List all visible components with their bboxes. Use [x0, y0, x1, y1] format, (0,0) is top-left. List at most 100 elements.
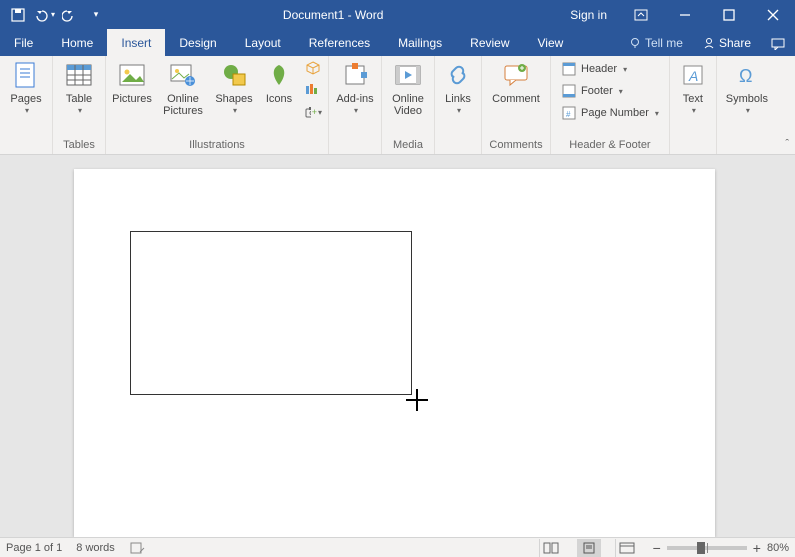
group-header-footer: Header▾ Footer▾ #Page Number▾ Header & F… [551, 56, 670, 154]
group-comments-label: Comments [488, 137, 544, 154]
addins-button[interactable]: Add-ins▾ [335, 59, 375, 117]
collapse-ribbon-button[interactable]: ˆ [785, 138, 789, 150]
status-bar: Page 1 of 1 8 words − + 80% [0, 537, 795, 557]
comment-button[interactable]: Comment [488, 59, 544, 117]
svg-text:#: # [566, 110, 571, 119]
tab-design[interactable]: Design [165, 29, 230, 56]
comment-icon [500, 59, 532, 91]
table-label: Table [66, 93, 92, 105]
group-media-label: Media [388, 137, 428, 154]
status-words[interactable]: 8 words [76, 542, 115, 554]
tab-home[interactable]: Home [47, 29, 107, 56]
tab-insert[interactable]: Insert [107, 29, 165, 56]
zoom-out-button[interactable]: − [653, 540, 661, 556]
smartart-button[interactable] [304, 81, 322, 99]
undo-button[interactable]: ▾ [32, 3, 56, 27]
title-bar-right: Sign in [558, 0, 795, 29]
online-video-button[interactable]: Online Video [388, 59, 428, 117]
table-button[interactable]: Table▾ [59, 59, 99, 117]
maximize-button[interactable] [707, 0, 751, 29]
ribbon-display-options-button[interactable] [619, 0, 663, 29]
title-bar: ▾ ▾ Document1 - Word Sign in [0, 0, 795, 29]
text-label: Text [683, 93, 703, 105]
web-layout-button[interactable] [615, 539, 639, 557]
feedback-button[interactable] [761, 29, 795, 58]
group-tables-label: Tables [59, 137, 99, 154]
tab-review[interactable]: Review [456, 29, 523, 56]
group-symbols: Ω Symbols▾ [717, 56, 777, 154]
close-button[interactable] [751, 0, 795, 29]
group-comments: Comment Comments [482, 56, 551, 154]
share-button[interactable]: Share [693, 29, 761, 56]
redo-button[interactable] [58, 3, 82, 27]
minimize-button[interactable] [663, 0, 707, 29]
online-pictures-button[interactable]: Online Pictures [160, 59, 206, 117]
text-icon: A [677, 59, 709, 91]
qat-customize-button[interactable]: ▾ [84, 3, 108, 27]
zoom-control: − + 80% [653, 540, 789, 556]
group-pages-label [6, 137, 46, 154]
group-text-label [676, 137, 710, 154]
group-media: Online Video Media [382, 56, 435, 154]
document-page[interactable] [74, 169, 715, 537]
status-page[interactable]: Page 1 of 1 [6, 542, 62, 554]
zoom-slider[interactable] [667, 546, 747, 550]
print-layout-button[interactable] [577, 539, 601, 557]
screenshot-button[interactable]: +▾ [304, 103, 322, 121]
online-pictures-label: Online Pictures [160, 93, 206, 117]
shapes-button[interactable]: Shapes▾ [214, 59, 254, 117]
tab-view[interactable]: View [524, 29, 578, 56]
links-label: Links [445, 93, 471, 105]
ribbon-insert: Pages▾ Table▾ Tables Pictures Online Pic… [0, 56, 795, 155]
signin-button[interactable]: Sign in [558, 0, 619, 29]
save-button[interactable] [6, 3, 30, 27]
online-pictures-icon [167, 59, 199, 91]
rectangle-shape[interactable] [130, 231, 412, 395]
symbols-button[interactable]: Ω Symbols▾ [723, 59, 771, 117]
group-symbols-label [723, 137, 771, 154]
tab-file[interactable]: File [0, 29, 47, 56]
svg-text:A: A [688, 68, 698, 84]
footer-label: Footer [581, 85, 613, 97]
header-button[interactable]: Header▾ [557, 59, 663, 79]
page-number-button[interactable]: #Page Number▾ [557, 103, 663, 123]
pictures-button[interactable]: Pictures [112, 59, 152, 117]
read-mode-button[interactable] [539, 539, 563, 557]
status-proofing-icon[interactable] [129, 541, 145, 555]
models-3d-button[interactable] [304, 59, 322, 77]
addins-label: Add-ins [336, 93, 373, 105]
group-links-label [441, 137, 475, 154]
link-icon [442, 59, 474, 91]
shapes-label: Shapes [215, 93, 252, 105]
group-links: Links▾ [435, 56, 482, 154]
tab-layout[interactable]: Layout [231, 29, 295, 56]
links-button[interactable]: Links▾ [441, 59, 475, 117]
table-icon [63, 59, 95, 91]
tab-references[interactable]: References [295, 29, 384, 56]
document-canvas[interactable] [0, 155, 795, 537]
text-button[interactable]: A Text▾ [676, 59, 710, 117]
icons-button[interactable]: Icons [262, 59, 296, 117]
pages-icon [10, 59, 42, 91]
share-label: Share [719, 36, 751, 50]
tell-me-search[interactable]: Tell me [619, 29, 693, 56]
tab-mailings[interactable]: Mailings [384, 29, 456, 56]
online-video-label: Online Video [388, 93, 428, 117]
icons-label: Icons [266, 93, 292, 105]
zoom-in-button[interactable]: + [753, 540, 761, 556]
lightbulb-icon [629, 37, 641, 49]
pages-button[interactable]: Pages▾ [6, 59, 46, 117]
share-icon [703, 37, 715, 49]
tell-me-label: Tell me [645, 36, 683, 50]
group-text: A Text▾ [670, 56, 717, 154]
pages-label: Pages [10, 93, 41, 105]
footer-button[interactable]: Footer▾ [557, 81, 663, 101]
group-addins-label [335, 137, 375, 154]
zoom-level[interactable]: 80% [767, 542, 789, 554]
symbols-icon: Ω [731, 59, 763, 91]
header-label: Header [581, 63, 617, 75]
group-header-footer-label: Header & Footer [557, 137, 663, 154]
quick-access-toolbar: ▾ ▾ [0, 3, 108, 27]
group-addins: Add-ins▾ [329, 56, 382, 154]
group-pages: Pages▾ [0, 56, 53, 154]
